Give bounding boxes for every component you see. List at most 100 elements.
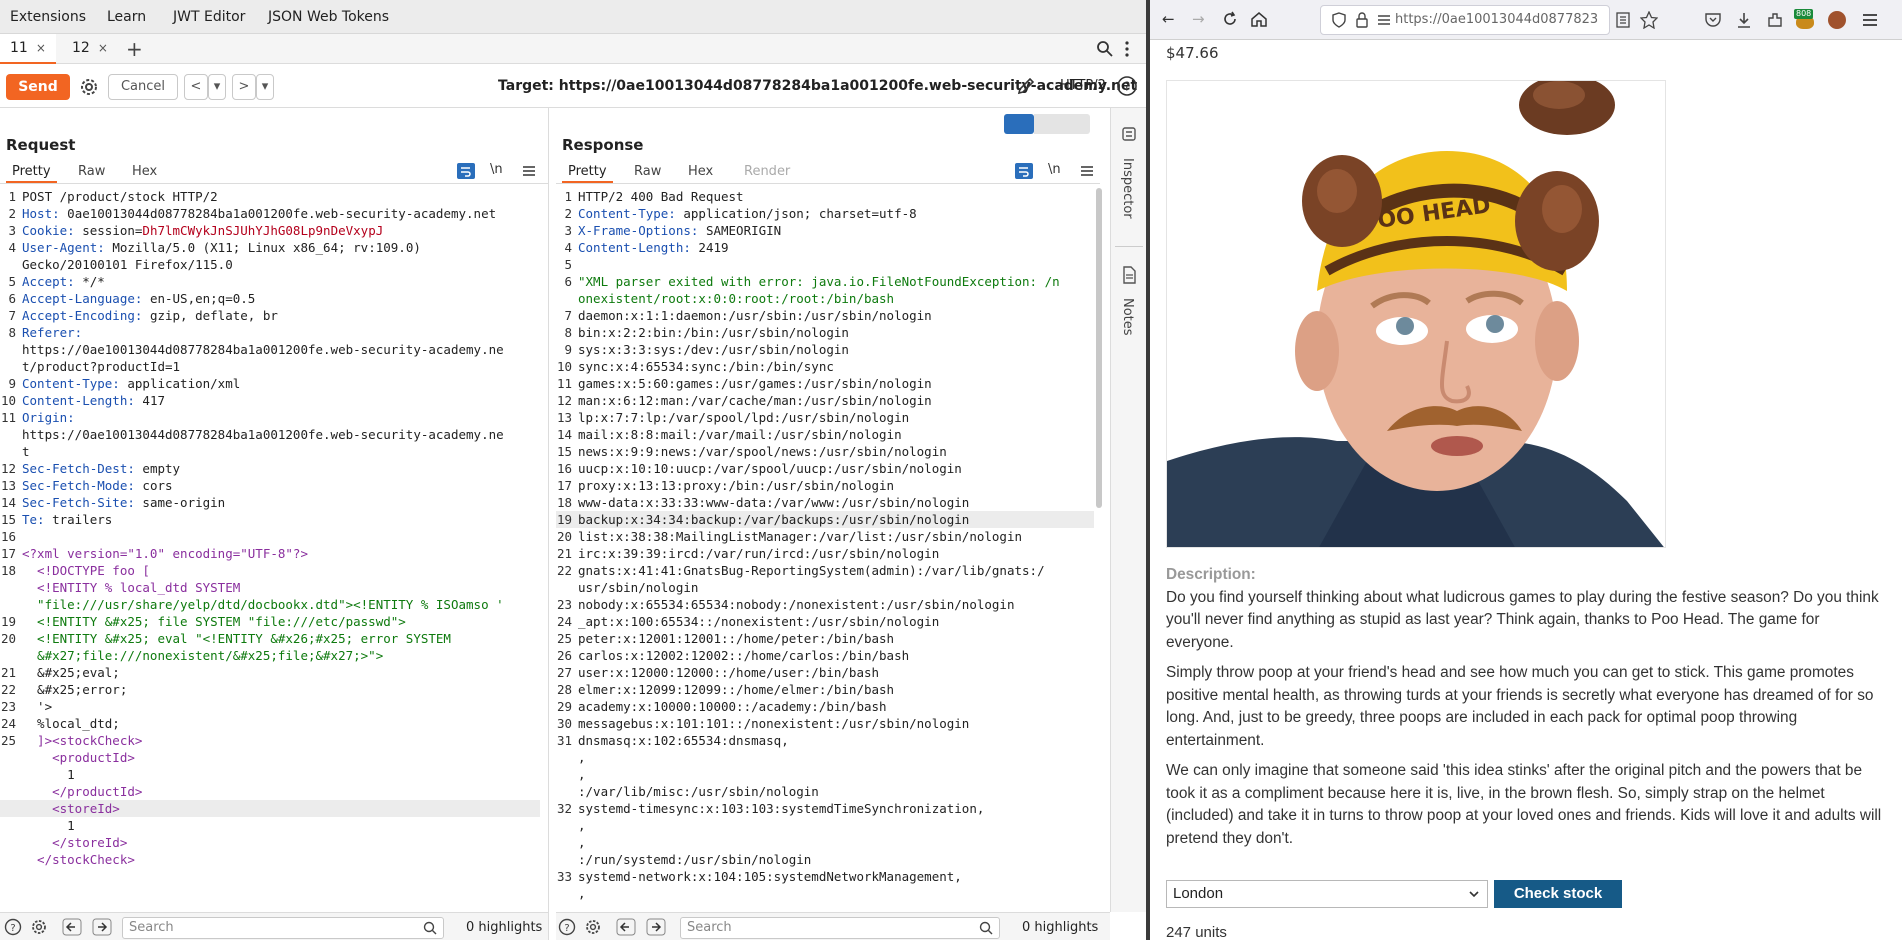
line-number: 3 — [8, 223, 16, 238]
inspector-tab[interactable]: Inspector — [1120, 158, 1135, 219]
line-content: dnsmasq:x:102:65534:dnsmasq, — [578, 733, 789, 748]
menu-icon[interactable] — [1080, 164, 1094, 178]
line-content: user:x:12000:12000::/home/user:/bin/bash — [578, 665, 880, 680]
back-history-dropdown[interactable]: ▾ — [208, 74, 226, 100]
line-content: irc:x:39:39:ircd:/var/run/ircd:/usr/sbin… — [578, 546, 940, 561]
protocol-label[interactable]: HTTP/2 — [1060, 78, 1106, 93]
forward-icon[interactable]: → — [1192, 10, 1205, 28]
code-line: <storeId> — [0, 800, 540, 817]
tab-12[interactable]: 12 × — [62, 34, 118, 64]
permissions-icon[interactable] — [1376, 12, 1392, 28]
forward-history-dropdown[interactable]: ▾ — [256, 74, 274, 100]
newline-toggle[interactable]: \n — [490, 162, 503, 177]
lock-icon[interactable] — [1356, 12, 1368, 28]
line-number: 27 — [556, 665, 572, 680]
back-icon[interactable]: ← — [1162, 10, 1175, 28]
code-line: 12 Sec-Fetch-Dest: empty — [0, 460, 540, 477]
reload-icon[interactable] — [1222, 11, 1238, 27]
inspector-icon[interactable] — [1121, 126, 1137, 142]
next-match-icon[interactable] — [92, 918, 112, 936]
response-search-input[interactable]: Search — [680, 917, 1000, 939]
wrap-icon[interactable] — [1014, 162, 1034, 180]
tab-raw[interactable]: Raw — [72, 162, 111, 181]
code-line: 26 carlos:x:12002:12002::/home/carlos:/bi… — [556, 647, 1094, 664]
notes-icon[interactable] — [1121, 266, 1137, 284]
close-icon[interactable]: × — [98, 41, 108, 55]
wrap-icon[interactable] — [456, 162, 476, 180]
next-match-icon[interactable] — [646, 918, 666, 936]
code-line: 18 www-data:x:33:33:www-data:/var/www:/us… — [556, 494, 1094, 511]
line-number: 6 — [564, 274, 572, 289]
menu-learn[interactable]: Learn — [107, 9, 146, 25]
send-button[interactable]: Send — [6, 74, 70, 100]
request-editor[interactable]: 1 POST /product/stock HTTP/2 2 Host: 0ae100… — [0, 188, 540, 908]
bookmark-star-icon[interactable] — [1640, 11, 1658, 29]
menu-extensions[interactable]: Extensions — [10, 9, 86, 25]
code-line: :/var/lib/misc:/usr/sbin/nologin — [556, 783, 1094, 800]
tab-hex[interactable]: Hex — [126, 162, 163, 181]
line-content: Accept: */* — [22, 274, 105, 289]
tab-raw[interactable]: Raw — [628, 162, 667, 181]
foxyproxy-icon[interactable]: 808 — [1794, 9, 1816, 31]
line-number: 19 — [556, 512, 572, 527]
single-pane-icon[interactable] — [1062, 114, 1090, 134]
menu-jwt-editor[interactable]: JWT Editor — [173, 9, 245, 25]
app-menu-icon[interactable] — [1862, 12, 1878, 28]
previous-match-icon[interactable] — [616, 918, 636, 936]
split-vertical-icon[interactable] — [1034, 114, 1062, 134]
search-icon[interactable] — [1096, 40, 1114, 58]
help-icon[interactable]: ? — [558, 918, 576, 936]
request-search-input[interactable]: Search — [122, 917, 444, 939]
gear-icon[interactable] — [78, 76, 100, 98]
gear-icon[interactable] — [30, 918, 48, 936]
response-viewer[interactable]: 1 HTTP/2 400 Bad Request 2 Content-Type: ap… — [556, 188, 1094, 908]
line-number: 32 — [556, 801, 572, 816]
split-horizontal-icon[interactable] — [1004, 114, 1034, 134]
previous-match-icon[interactable] — [62, 918, 82, 936]
help-icon[interactable]: ? — [4, 918, 22, 936]
forward-button[interactable]: > — [232, 74, 256, 100]
line-content: 1 — [22, 767, 75, 782]
tab-11[interactable]: 11 × — [0, 34, 56, 64]
add-tab-button[interactable]: + — [126, 37, 143, 61]
line-content: '> — [22, 699, 53, 714]
store-select[interactable]: London — [1166, 880, 1488, 908]
tracking-shield-icon[interactable] — [1332, 12, 1346, 28]
menu-icon[interactable] — [522, 164, 536, 178]
line-content: lp:x:7:7:lp:/var/spool/lpd:/usr/sbin/nol… — [578, 410, 910, 425]
downloads-icon[interactable] — [1736, 11, 1752, 29]
tab-pretty[interactable]: Pretty — [562, 162, 613, 183]
line-content: </storeId> — [22, 835, 128, 850]
tab-hex[interactable]: Hex — [682, 162, 719, 181]
menu-json-web-tokens[interactable]: JSON Web Tokens — [268, 9, 389, 25]
code-line: 19 <!ENTITY &#x25; file SYSTEM "file:///… — [0, 613, 540, 630]
code-line: onexistent/root:x:0:0:root:/root:/bin/ba… — [556, 290, 1094, 307]
tab-render[interactable]: Render — [738, 162, 796, 181]
code-line: 27 user:x:12000:12000::/home/user:/bin/ba… — [556, 664, 1094, 681]
newline-toggle[interactable]: \n — [1048, 162, 1061, 177]
gear-icon[interactable] — [584, 918, 602, 936]
edit-target-icon[interactable] — [1016, 76, 1036, 96]
line-number: 12 — [0, 461, 16, 476]
code-line: 9 Content-Type: application/xml — [0, 375, 540, 392]
notes-tab[interactable]: Notes — [1120, 298, 1135, 336]
more-options-icon[interactable] — [1124, 40, 1130, 58]
cookie-editor-icon[interactable] — [1828, 11, 1846, 29]
close-icon[interactable]: × — [36, 41, 46, 55]
line-number: 10 — [0, 393, 16, 408]
reader-view-icon[interactable] — [1616, 12, 1630, 28]
response-scrollbar[interactable] — [1096, 188, 1102, 508]
check-stock-button[interactable]: Check stock — [1494, 880, 1622, 908]
home-icon[interactable] — [1250, 10, 1268, 28]
extensions-icon[interactable] — [1766, 11, 1784, 29]
back-button[interactable]: < — [184, 74, 208, 100]
description-paragraph-1: Do you find yourself thinking about what… — [1166, 588, 1879, 651]
tab-pretty[interactable]: Pretty — [6, 162, 57, 183]
code-line: 22 gnats:x:41:41:GnatsBug-ReportingSystem… — [556, 562, 1094, 579]
line-content: sys:x:3:3:sys:/dev:/usr/sbin/nologin — [578, 342, 849, 357]
help-icon[interactable]: ? — [1116, 75, 1138, 97]
cancel-button[interactable]: Cancel — [108, 74, 178, 100]
line-number: 1 — [8, 189, 16, 204]
line-number: 22 — [556, 563, 572, 578]
pocket-icon[interactable] — [1704, 12, 1722, 28]
